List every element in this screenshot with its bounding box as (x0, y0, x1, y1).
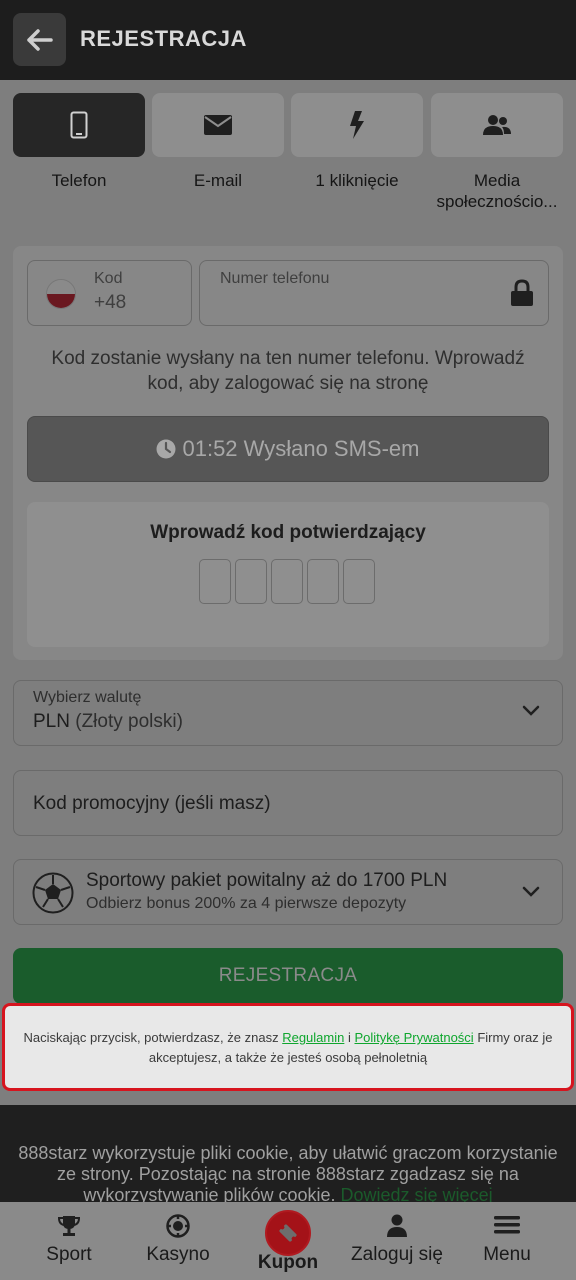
country-code-select[interactable]: Kod +48 (27, 260, 192, 326)
nav-kupon-label: Kupon (257, 1252, 319, 1273)
chevron-down-icon (522, 705, 540, 716)
verification-code-box: Wprowadź kod potwierdzający (27, 502, 549, 647)
nav-sport[interactable]: Sport (14, 1202, 124, 1280)
nav-kupon[interactable]: Kupon (233, 1202, 343, 1280)
users-icon (483, 115, 511, 135)
currency-label: Wybierz walutę (33, 689, 142, 706)
clock-icon (156, 439, 176, 459)
consent-text-part1: Naciskając przycisk, potwierdzasz, że zn… (23, 1030, 283, 1045)
user-icon (387, 1214, 407, 1237)
promo-code-placeholder: Kod promocyjny (jeśli masz) (33, 793, 271, 814)
terms-link[interactable]: Regulamin (282, 1030, 344, 1045)
phone-number-input[interactable]: Numer telefonu (199, 260, 549, 326)
chevron-down-icon (522, 886, 540, 897)
terms-consent-notice: Naciskając przycisk, potwierdzasz, że zn… (2, 1003, 574, 1091)
sms-sent-button[interactable]: 01:52 Wysłano SMS-em (27, 416, 549, 482)
code-digit-input[interactable] (199, 559, 231, 604)
lightning-icon (350, 111, 364, 139)
bonus-subtitle: Odbierz bonus 200% za 4 pierwsze depozyt… (86, 895, 407, 912)
tab-social-media[interactable] (431, 93, 563, 157)
cookie-text: 888starz wykorzystuje pliki cookie, aby … (8, 1143, 568, 1205)
bottom-navigation: Sport Kasyno Kupon Zaloguj się Menu (0, 1202, 576, 1280)
envelope-icon (204, 115, 232, 135)
bonus-select[interactable]: Sportowy pakiet powitalny aż do 1700 PLN… (13, 859, 563, 925)
tab-label-telefon: Telefon (51, 171, 107, 190)
currency-code: PLN (33, 711, 70, 732)
lock-icon (511, 279, 533, 306)
registration-content: Telefon E-mail 1 kliknięcie Media społec… (0, 80, 576, 1105)
page-title: REJESTRACJA (80, 26, 247, 51)
nav-menu-label: Menu (483, 1244, 531, 1265)
kupon-badge (265, 1210, 311, 1256)
tab-label-one-click: 1 kliknięcie (315, 171, 399, 190)
nav-menu[interactable]: Menu (452, 1202, 562, 1280)
code-digit-input[interactable] (307, 559, 339, 604)
promo-code-input[interactable]: Kod promocyjny (jeśli masz) (13, 770, 563, 836)
verification-code-inputs (199, 559, 375, 604)
code-digit-input[interactable] (343, 559, 375, 604)
currency-value: PLN (Złoty polski) (33, 711, 183, 733)
code-digit-input[interactable] (235, 559, 267, 604)
phone-registration-card: Kod +48 Numer telefonu Kod zostanie wysł… (13, 246, 563, 660)
trophy-icon (57, 1216, 81, 1236)
country-code-label: Kod (94, 270, 123, 287)
poland-flag-icon (46, 279, 76, 309)
back-button[interactable] (13, 13, 66, 66)
cookie-banner: 888starz wykorzystuje pliki cookie, aby … (0, 1105, 576, 1205)
consent-text-part2: i (344, 1030, 355, 1045)
currency-select[interactable]: Wybierz walutę PLN (Złoty polski) (13, 680, 563, 746)
privacy-policy-link[interactable]: Politykę Prywatności (354, 1030, 473, 1045)
code-digit-input[interactable] (271, 559, 303, 604)
register-button[interactable]: REJESTRACJA (13, 948, 563, 1004)
bonus-title: Sportowy pakiet powitalny aż do 1700 PLN (86, 870, 448, 891)
sms-sent-label: 01:52 Wysłano SMS-em (182, 436, 420, 461)
tab-label-email: E-mail (193, 171, 243, 190)
header-bar: REJESTRACJA (0, 0, 576, 80)
phone-number-placeholder: Numer telefonu (220, 270, 330, 287)
soccer-ball-icon (32, 872, 74, 914)
nav-login[interactable]: Zaloguj się (342, 1202, 452, 1280)
nav-casino-label: Kasyno (146, 1244, 210, 1265)
nav-casino[interactable]: Kasyno (123, 1202, 233, 1280)
arrow-left-icon (26, 28, 53, 51)
tab-telefon[interactable] (13, 93, 145, 157)
currency-name: (Złoty polski) (75, 711, 183, 732)
casino-chip-icon (166, 1214, 190, 1238)
tab-email[interactable] (152, 93, 284, 157)
country-code-value: +48 (94, 292, 127, 313)
verification-title: Wprowadź kod potwierdzający (150, 522, 426, 543)
nav-sport-label: Sport (46, 1244, 92, 1265)
tab-one-click[interactable] (291, 93, 423, 157)
hamburger-icon (494, 1216, 520, 1234)
tab-label-social-media: Media społecznościo... (436, 171, 558, 211)
phone-icon (70, 111, 88, 139)
ticket-icon (279, 1224, 297, 1242)
nav-login-label: Zaloguj się (351, 1244, 443, 1265)
sms-hint-text: Kod zostanie wysłany na ten numer telefo… (51, 348, 525, 394)
